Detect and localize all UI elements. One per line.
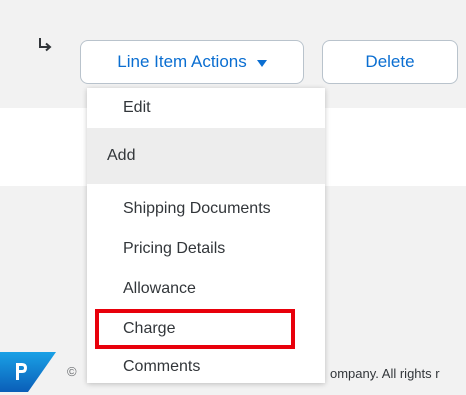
menu-item-charge[interactable]: Charge bbox=[87, 309, 325, 349]
menu-item-label: Edit bbox=[123, 99, 151, 116]
menu-item-pricing-details[interactable]: Pricing Details bbox=[87, 229, 325, 269]
menu-item-label: Charge bbox=[123, 320, 176, 337]
copyright-text: ompany. All rights r bbox=[330, 366, 440, 381]
menu-item-label: Allowance bbox=[123, 280, 196, 297]
sap-logo bbox=[0, 352, 56, 392]
page: Line Item Actions Delete Edit Add Shippi… bbox=[0, 0, 466, 395]
menu-item-edit[interactable]: Edit bbox=[87, 88, 325, 128]
menu-item-label: Comments bbox=[123, 358, 201, 375]
return-arrow-icon bbox=[39, 38, 52, 52]
menu-item-label: Shipping Documents bbox=[123, 200, 271, 217]
line-item-actions-menu: Edit Add Shipping Documents Pricing Deta… bbox=[87, 88, 325, 383]
copyright-symbol: © bbox=[67, 364, 77, 379]
delete-label: Delete bbox=[365, 52, 415, 71]
delete-button[interactable]: Delete bbox=[322, 40, 458, 84]
line-item-actions-label: Line Item Actions bbox=[117, 52, 247, 71]
caret-down-icon bbox=[256, 59, 267, 67]
menu-group-add: Add bbox=[87, 128, 325, 184]
menu-item-allowance[interactable]: Allowance bbox=[87, 269, 325, 309]
menu-item-label: Pricing Details bbox=[123, 240, 226, 257]
menu-item-comments[interactable]: Comments bbox=[87, 348, 325, 386]
line-item-actions-button[interactable]: Line Item Actions bbox=[80, 40, 304, 84]
menu-group-label: Add bbox=[107, 147, 136, 164]
menu-item-shipping-documents[interactable]: Shipping Documents bbox=[87, 189, 325, 229]
